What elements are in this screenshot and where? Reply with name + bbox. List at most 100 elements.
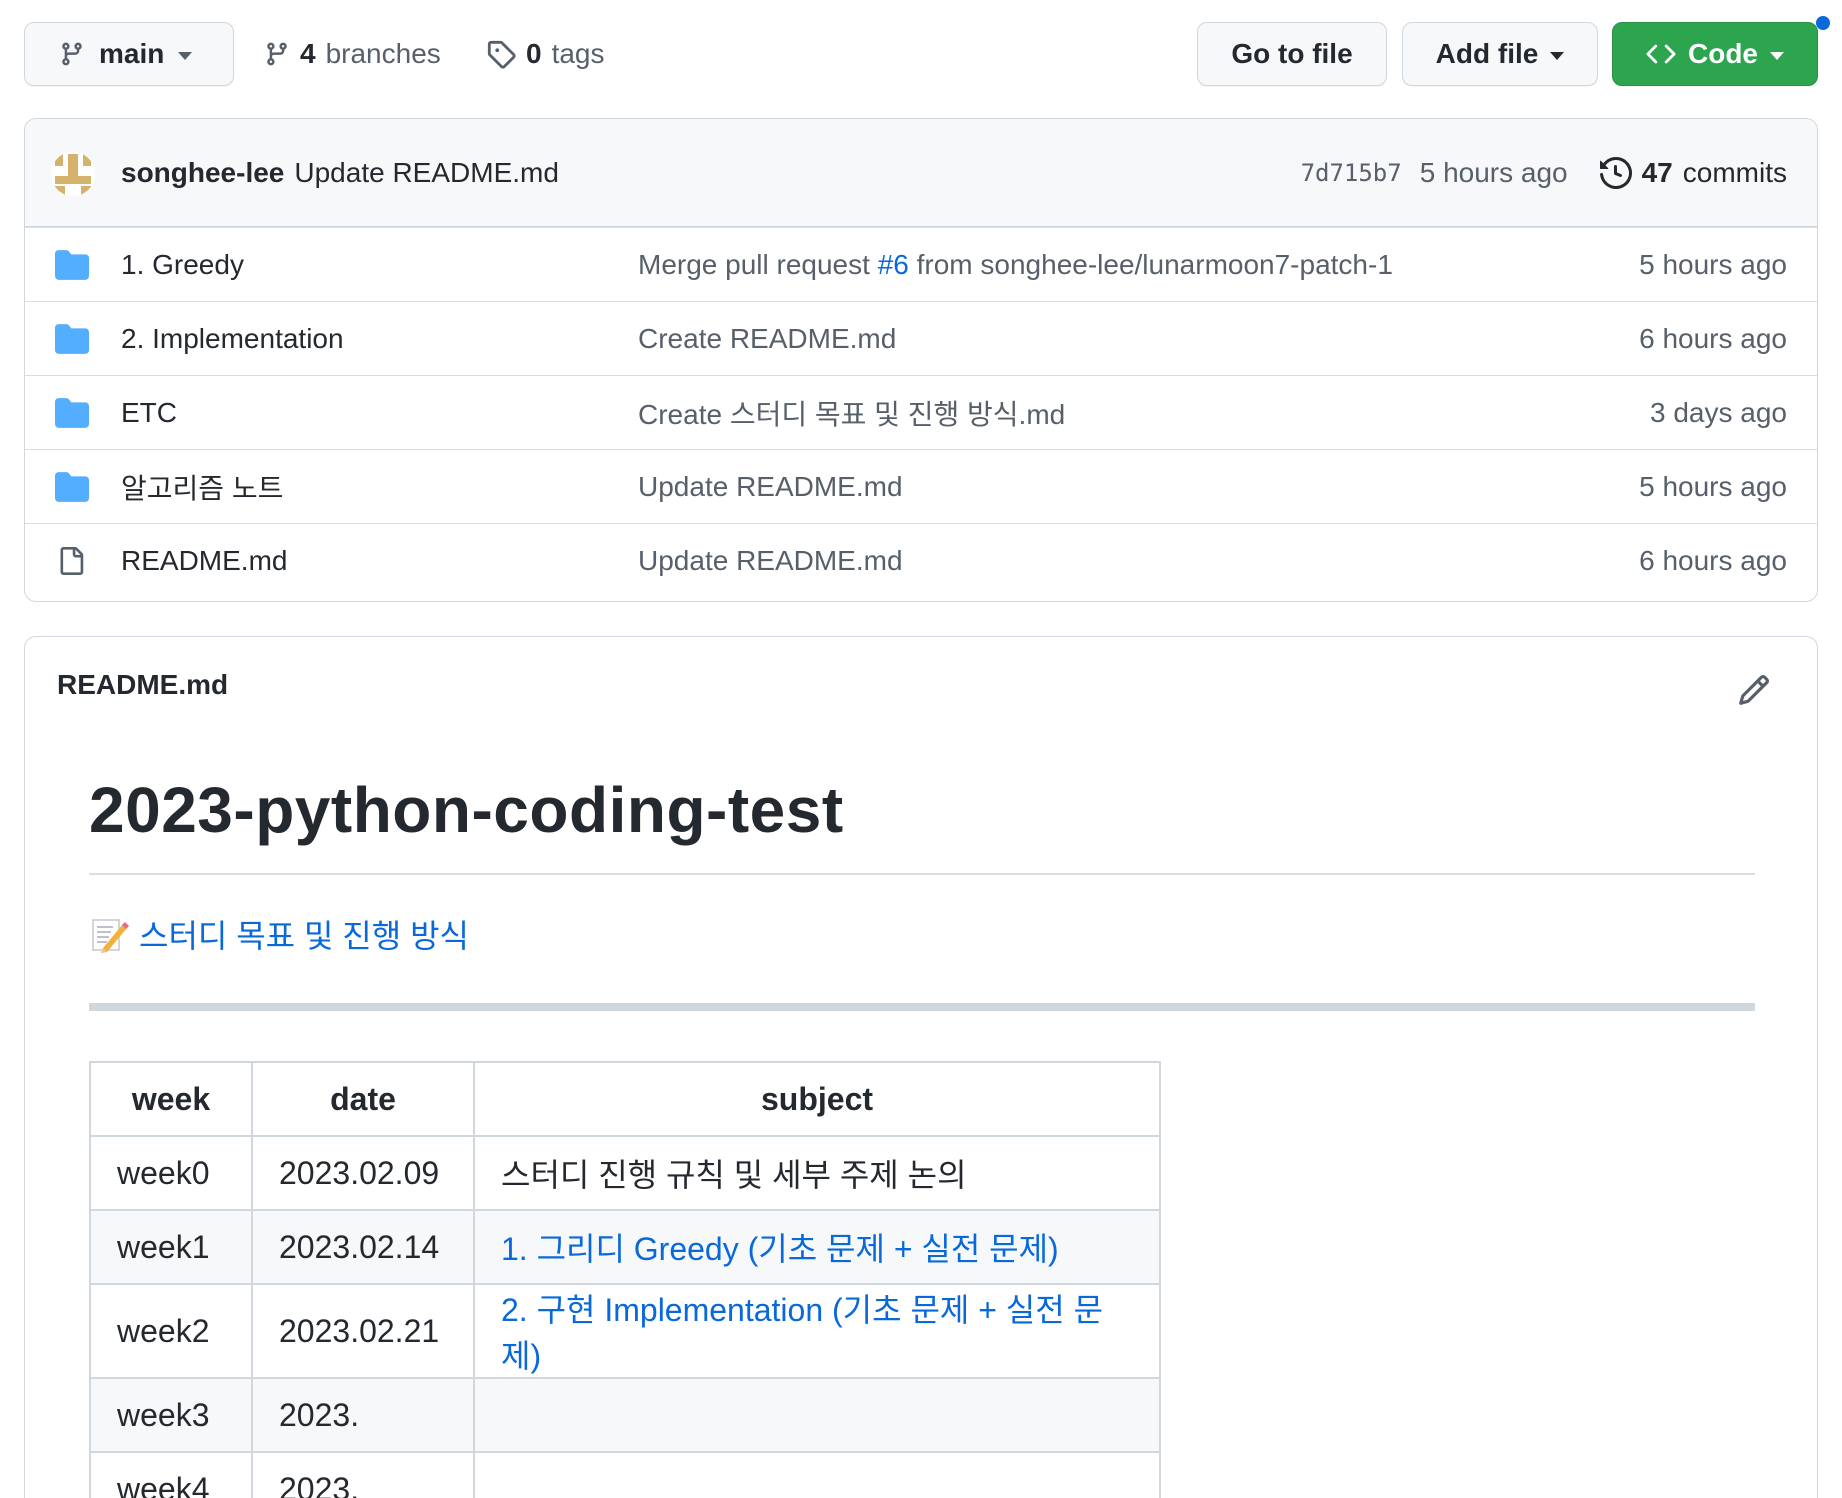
commit-age: 5 hours ago: [1419, 157, 1568, 188]
file-age: 5 hours ago: [1639, 470, 1787, 502]
file-row[interactable]: 1. Greedy Merge pull request #6 from son…: [25, 227, 1817, 301]
repo-toolbar: main 4 branches 0 tags Go to file Add fi…: [24, 16, 1830, 86]
commit-author[interactable]: songhee-lee: [121, 157, 284, 189]
branches-link[interactable]: 4 branches: [264, 22, 441, 86]
subject-cell: 스터디 진행 규칙 및 세부 주제 논의: [473, 1135, 1161, 1211]
file-row[interactable]: ETC Create 스터디 목표 및 진행 방식.md 3 days ago: [25, 375, 1817, 449]
commit-sha[interactable]: 7d715b7: [1301, 159, 1402, 187]
subject-cell: 2. 구현 Implementation (기초 문제 + 실전 문제): [473, 1283, 1161, 1379]
history-icon: [1599, 157, 1632, 189]
memo-icon: [92, 919, 129, 953]
table-header-row: week date subject: [89, 1061, 1161, 1137]
go-to-file-button[interactable]: Go to file: [1197, 22, 1387, 86]
repo-page: main 4 branches 0 tags Go to file Add fi…: [0, 0, 1842, 1498]
chevron-down-icon: [178, 52, 193, 60]
folder-icon: [55, 324, 89, 354]
latest-commit-bar: songhee-lee Update README.md 7d715b7 5 h…: [25, 119, 1817, 227]
table-row: week0 2023.02.09 스터디 진행 규칙 및 세부 주제 논의: [89, 1135, 1161, 1211]
readme-title: 2023-python-coding-test: [89, 774, 844, 846]
file-row[interactable]: 2. Implementation Create README.md 6 hou…: [25, 301, 1817, 375]
file-age: 6 hours ago: [1639, 322, 1787, 354]
tags-link[interactable]: 0 tags: [486, 22, 605, 86]
file-name[interactable]: 2. Implementation: [121, 323, 344, 355]
file-commit-message[interactable]: Create 스터디 목표 및 진행 방식.md: [638, 393, 1065, 433]
file-name[interactable]: 알고리즘 노트: [121, 467, 283, 507]
subject-cell: 1. 그리디 Greedy (기초 문제 + 실전 문제): [473, 1209, 1161, 1285]
file-name[interactable]: 1. Greedy: [121, 249, 244, 281]
commits-count: 47: [1641, 157, 1673, 188]
file-browser: songhee-lee Update README.md 7d715b7 5 h…: [24, 118, 1818, 602]
date-cell: 2023.: [251, 1451, 475, 1498]
code-button[interactable]: Code: [1612, 22, 1818, 86]
date-cell: 2023.02.21: [251, 1283, 475, 1379]
branch-select-button[interactable]: main: [24, 22, 234, 86]
week-cell: week0: [89, 1135, 253, 1211]
add-file-button[interactable]: Add file: [1402, 22, 1598, 86]
week-cell: week4: [89, 1451, 253, 1498]
file-row[interactable]: 알고리즘 노트 Update README.md 5 hours ago: [25, 449, 1817, 523]
table-row: week2 2023.02.21 2. 구현 Implementation (기…: [89, 1283, 1161, 1379]
latest-commit-message: songhee-lee Update README.md: [121, 119, 559, 227]
table-row: week1 2023.02.14 1. 그리디 Greedy (기초 문제 + …: [89, 1209, 1161, 1285]
schedule-table: week date subject week0 2023.02.09 스터디 진…: [89, 1061, 1161, 1498]
tags-label: tags: [551, 38, 605, 69]
file-commit-message[interactable]: Create README.md: [638, 323, 896, 355]
title-divider: [89, 873, 1755, 875]
notification-dot: [1816, 16, 1830, 30]
git-branch-icon: [62, 42, 82, 66]
code-label: Code: [1688, 38, 1758, 69]
week-cell: week1: [89, 1209, 253, 1285]
go-to-file-label: Go to file: [1231, 38, 1353, 69]
commits-label: commits: [1682, 157, 1787, 188]
commit-message-prefix: Merge pull request: [638, 248, 878, 280]
subject-link[interactable]: 2. 구현 Implementation (기초 문제 + 실전 문제): [501, 1292, 1103, 1374]
file-commit-message[interactable]: Merge pull request #6 from songhee-lee/l…: [638, 249, 1393, 281]
chevron-down-icon: [1770, 52, 1784, 60]
date-cell: 2023.02.14: [251, 1209, 475, 1285]
pull-request-link[interactable]: #6: [878, 249, 909, 280]
table-row: week4 2023.: [89, 1451, 1161, 1498]
week-cell: week2: [89, 1283, 253, 1379]
branch-name: main: [99, 38, 165, 69]
file-commit-message[interactable]: Update README.md: [638, 545, 903, 577]
pencil-icon[interactable]: [1737, 673, 1771, 707]
commit-meta: 7d715b7 5 hours ago 47 commits: [1301, 119, 1787, 227]
file-name[interactable]: ETC: [121, 397, 177, 429]
section-divider: [89, 1003, 1755, 1011]
table-header-date: date: [251, 1061, 475, 1137]
file-age: 5 hours ago: [1639, 248, 1787, 280]
file-commit-message[interactable]: Update README.md: [638, 471, 903, 503]
chevron-down-icon: [1550, 52, 1565, 60]
branches-label: branches: [325, 38, 441, 69]
file-icon: [60, 547, 84, 575]
file-age: 6 hours ago: [1639, 544, 1787, 576]
table-row: week3 2023.: [89, 1377, 1161, 1453]
readme-panel: README.md 2023-python-coding-test 스터디 목표…: [24, 636, 1818, 1498]
branches-count: 4: [300, 38, 316, 69]
date-cell: 2023.02.09: [251, 1135, 475, 1211]
study-plan-link-text[interactable]: 스터디 목표 및 진행 방식: [139, 911, 469, 957]
readme-filename: README.md: [57, 669, 229, 700]
avatar[interactable]: [51, 152, 95, 196]
folder-icon: [55, 472, 89, 502]
subject-cell: [473, 1377, 1161, 1453]
tag-icon: [487, 40, 516, 69]
add-file-label: Add file: [1435, 38, 1539, 69]
table-header-week: week: [89, 1061, 253, 1137]
git-branch-icon: [267, 42, 287, 66]
tags-count: 0: [526, 38, 542, 69]
folder-icon: [55, 398, 89, 428]
file-name[interactable]: README.md: [121, 545, 287, 577]
subject-link[interactable]: 1. 그리디 Greedy (기초 문제 + 실전 문제): [501, 1231, 1059, 1267]
study-plan-link[interactable]: 스터디 목표 및 진행 방식: [89, 911, 469, 957]
commit-message-suffix: from songhee-lee/lunarmoon7-patch-1: [908, 248, 1393, 280]
file-row[interactable]: README.md Update README.md 6 hours ago: [25, 523, 1817, 597]
table-header-subject: subject: [473, 1061, 1161, 1137]
file-age: 3 days ago: [1650, 396, 1787, 428]
date-cell: 2023.: [251, 1377, 475, 1453]
commits-history-link[interactable]: 47 commits: [1599, 157, 1787, 189]
commit-message[interactable]: Update README.md: [294, 157, 559, 189]
week-cell: week3: [89, 1377, 253, 1453]
code-icon: [1646, 44, 1676, 64]
subject-cell: [473, 1451, 1161, 1498]
